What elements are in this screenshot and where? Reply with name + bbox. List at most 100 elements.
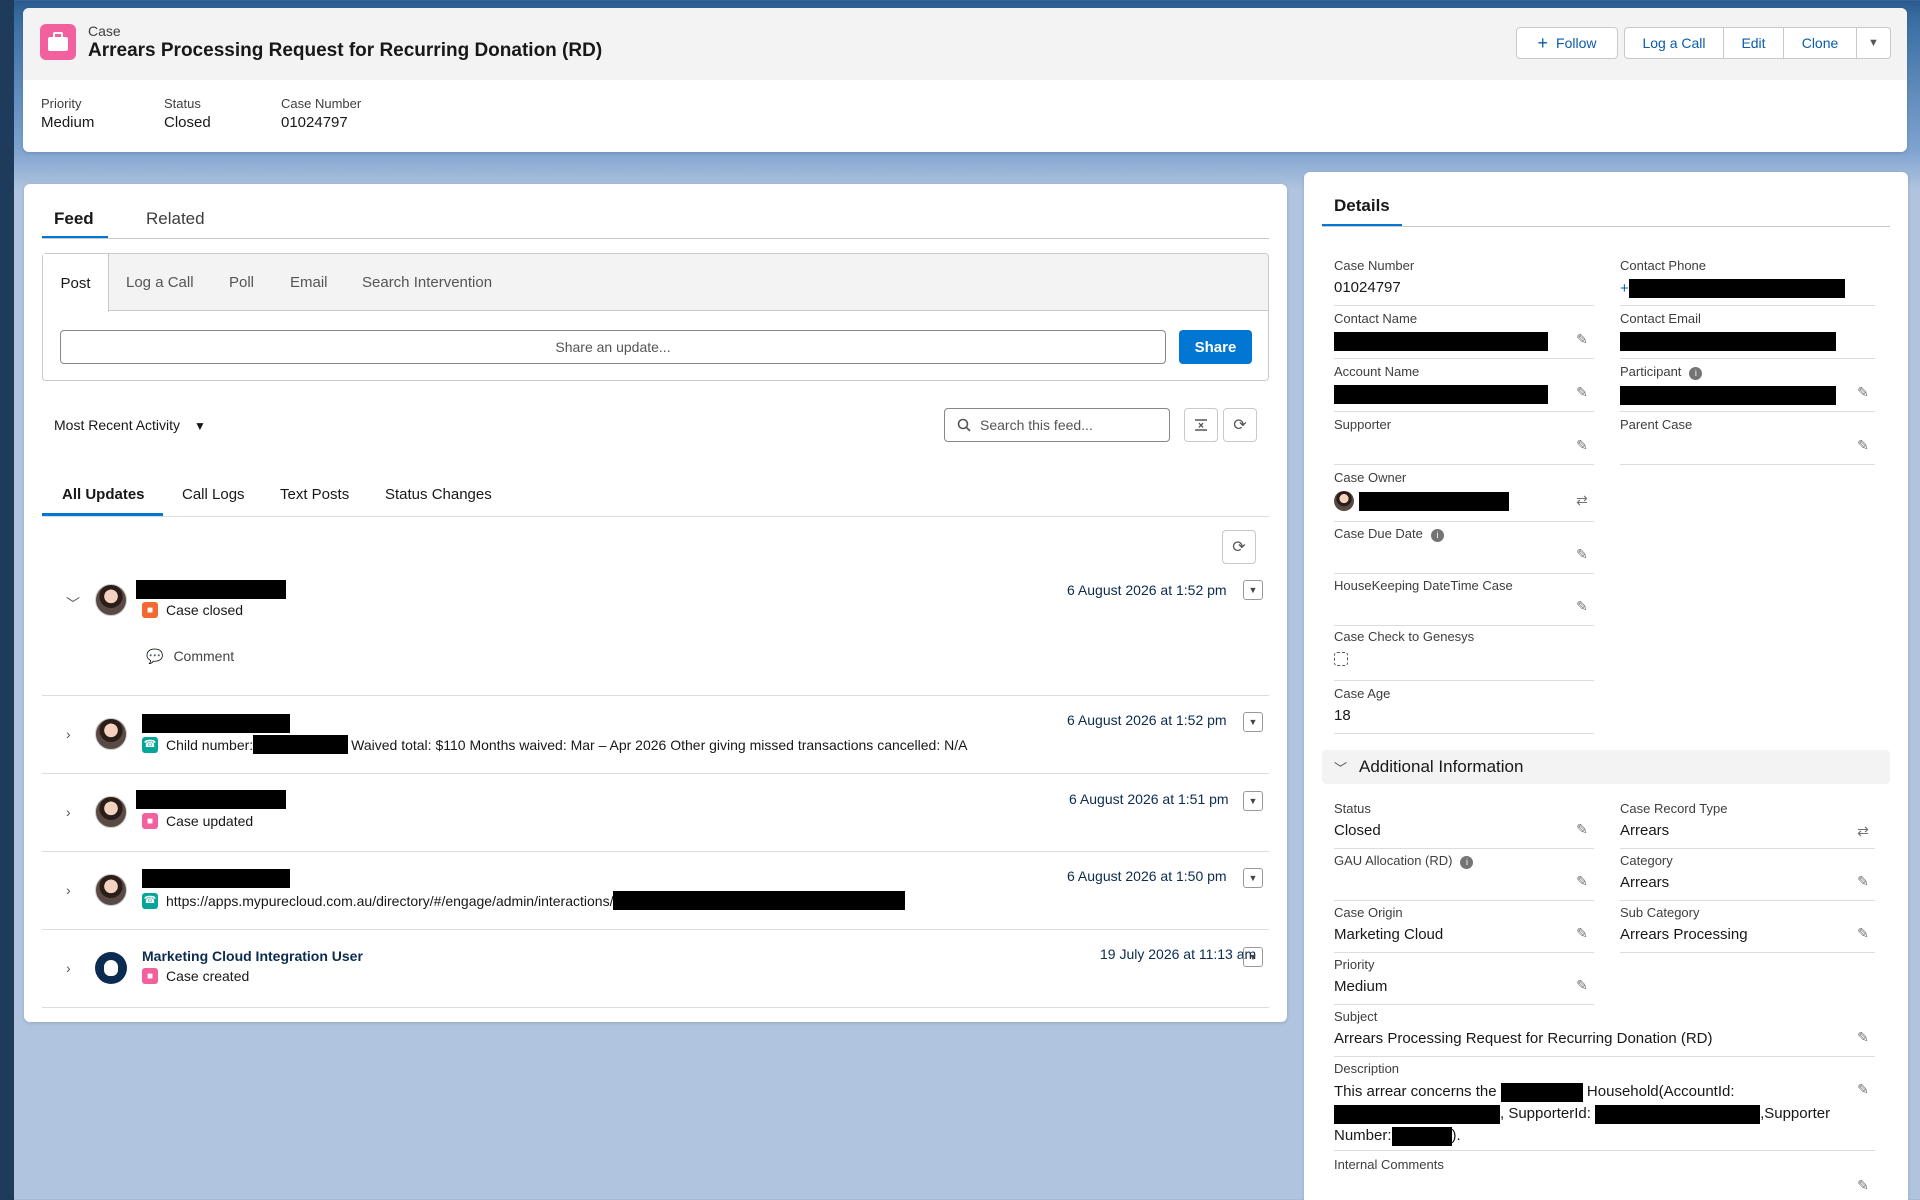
edit-pencil-icon[interactable]: ✎ [1574, 598, 1590, 614]
redacted-value [613, 891, 906, 910]
info-icon[interactable]: i [1430, 529, 1444, 542]
edit-pencil-icon[interactable]: ✎ [1855, 1177, 1871, 1193]
plus-icon: + [1537, 32, 1549, 53]
publisher-tab-search-intervention[interactable]: Search Intervention [362, 274, 492, 291]
share-update-input[interactable]: Share an update... [60, 330, 1166, 364]
edit-button[interactable]: Edit [1724, 27, 1784, 59]
feed-panel: Feed Related Post Log a Call Poll Email … [24, 184, 1287, 1022]
publisher-tab-post[interactable]: Post [43, 254, 109, 312]
feed-user-link[interactable]: Marketing Cloud Integration User [142, 948, 363, 964]
details-panel: Details Case Number 01024797 Contact Pho… [1304, 172, 1908, 1200]
search-feed-input[interactable]: Search this feed... [944, 408, 1170, 442]
highlight-priority: Priority Medium [41, 96, 95, 131]
edit-pencil-icon[interactable]: ✎ [1574, 977, 1590, 993]
edit-pencil-icon[interactable]: ✎ [1574, 546, 1590, 562]
feed-item: › ☎ Child number: Waived total: $110 Mon… [42, 696, 1269, 774]
chevron-right-icon[interactable]: › [66, 804, 71, 820]
feed-action: Case closed [166, 602, 244, 618]
redacted-value [1595, 1104, 1761, 1124]
field-housekeeping-datetime: HouseKeeping DateTime Case ✎ [1334, 578, 1594, 626]
call-log-icon: ☎ [142, 736, 158, 753]
refresh-list-button[interactable]: ⟳ [1222, 530, 1256, 564]
publisher-tab-poll[interactable]: Poll [229, 274, 254, 291]
filter-all-updates[interactable]: All Updates [62, 486, 145, 503]
redacted-value [1500, 1082, 1583, 1102]
change-record-type-icon[interactable]: ⇄ [1855, 823, 1871, 839]
feed-timestamp[interactable]: 6 August 2026 at 1:52 pm [1067, 582, 1227, 598]
edit-pencil-icon[interactable]: ✎ [1574, 821, 1590, 837]
edit-pencil-icon[interactable]: ✎ [1855, 1081, 1871, 1097]
feed-timestamp[interactable]: 6 August 2026 at 1:52 pm [1067, 712, 1227, 728]
item-menu-button[interactable]: ▼ [1243, 580, 1263, 600]
edit-pencil-icon[interactable]: ✎ [1574, 384, 1590, 400]
field-subject: Subject Arrears Processing Request for R… [1334, 1009, 1875, 1057]
edit-pencil-icon[interactable]: ✎ [1574, 925, 1590, 941]
refresh-feed-button[interactable]: ⟳ [1223, 408, 1257, 442]
tab-feed[interactable]: Feed [54, 209, 94, 229]
edit-pencil-icon[interactable]: ✎ [1574, 437, 1590, 453]
chevron-down-icon: ﹀ [1334, 760, 1348, 776]
field-gau-allocation: GAU Allocation (RD) i ✎ [1334, 853, 1594, 901]
edit-pencil-icon[interactable]: ✎ [1574, 873, 1590, 889]
feed-action: Case created [166, 968, 250, 984]
tab-related[interactable]: Related [146, 209, 205, 229]
info-icon[interactable]: i [1689, 367, 1703, 380]
field-case-age: Case Age 18 [1334, 686, 1594, 734]
redacted-user [136, 790, 286, 809]
item-menu-button[interactable]: ▼ [1243, 947, 1263, 967]
filter-call-logs[interactable]: Call Logs [182, 486, 245, 503]
field-priority: Priority Medium ✎ [1334, 957, 1594, 1005]
field-case-number: Case Number 01024797 [1334, 258, 1594, 306]
tab-details[interactable]: Details [1334, 196, 1390, 216]
expand-collapse-button[interactable] [1184, 408, 1218, 442]
redacted-value [1391, 1126, 1452, 1146]
info-icon[interactable]: i [1460, 856, 1474, 869]
share-button[interactable]: Share [1179, 330, 1252, 364]
edit-pencil-icon[interactable]: ✎ [1855, 1029, 1871, 1045]
section-additional-information[interactable]: ﹀ Additional Information [1322, 750, 1890, 784]
edit-pencil-icon[interactable]: ✎ [1574, 331, 1590, 347]
field-category: Category Arrears ✎ [1620, 853, 1875, 901]
genesys-checkbox[interactable] [1334, 652, 1348, 666]
comment-button[interactable]: 💬 Comment [146, 648, 234, 665]
chevron-right-icon[interactable]: › [66, 882, 71, 898]
edit-pencil-icon[interactable]: ✎ [1855, 437, 1871, 453]
change-owner-icon[interactable]: ⇄ [1574, 492, 1590, 508]
filter-status-changes[interactable]: Status Changes [385, 486, 492, 503]
refresh-icon: ⟳ [1233, 417, 1247, 434]
window-edge [0, 0, 14, 1200]
page-title: Arrears Processing Request for Recurring… [88, 40, 603, 61]
edit-pencil-icon[interactable]: ✎ [1855, 925, 1871, 941]
publisher-tab-email[interactable]: Email [290, 274, 328, 291]
edit-pencil-icon[interactable]: ✎ [1855, 384, 1871, 400]
more-actions-button[interactable]: ▼ [1857, 27, 1891, 59]
edit-pencil-icon[interactable]: ✎ [1855, 873, 1871, 889]
publisher-tab-log-call[interactable]: Log a Call [126, 274, 194, 291]
item-menu-button[interactable]: ▼ [1243, 712, 1263, 732]
owner-avatar [1334, 491, 1354, 511]
chevron-right-icon[interactable]: › [66, 960, 71, 976]
feed-timestamp[interactable]: 6 August 2026 at 1:50 pm [1067, 868, 1227, 884]
case-icon: ■ [142, 813, 158, 829]
comment-icon: 💬 [146, 648, 164, 664]
case-icon [40, 24, 76, 60]
filter-text-posts[interactable]: Text Posts [280, 486, 349, 503]
feed-timestamp[interactable]: 19 July 2026 at 11:13 am [1100, 946, 1256, 962]
chevron-down-icon[interactable]: ﹀ [66, 594, 80, 614]
redacted-value [1334, 1104, 1500, 1124]
field-description: Description This arrear concerns the Hou… [1334, 1061, 1875, 1151]
clone-button[interactable]: Clone [1784, 27, 1857, 59]
field-contact-name: Contact Name ✎ [1334, 311, 1594, 359]
avatar [95, 584, 127, 616]
interaction-link[interactable]: https://apps.mypurecloud.com.au/director… [166, 893, 613, 909]
chevron-right-icon[interactable]: › [66, 726, 71, 742]
log-call-button[interactable]: Log a Call [1624, 27, 1724, 59]
item-menu-button[interactable]: ▼ [1243, 791, 1263, 811]
field-status: Status Closed ✎ [1334, 801, 1594, 849]
item-menu-button[interactable]: ▼ [1243, 868, 1263, 888]
feed-timestamp[interactable]: 6 August 2026 at 1:51 pm [1069, 791, 1229, 807]
sort-dropdown[interactable]: Most Recent Activity ▼ [54, 417, 206, 433]
feed-item: › ■ Case updated 6 August 2026 at 1:51 p… [42, 774, 1269, 852]
follow-button[interactable]: + Follow [1516, 27, 1618, 59]
case-closed-icon: ■ [142, 602, 158, 618]
